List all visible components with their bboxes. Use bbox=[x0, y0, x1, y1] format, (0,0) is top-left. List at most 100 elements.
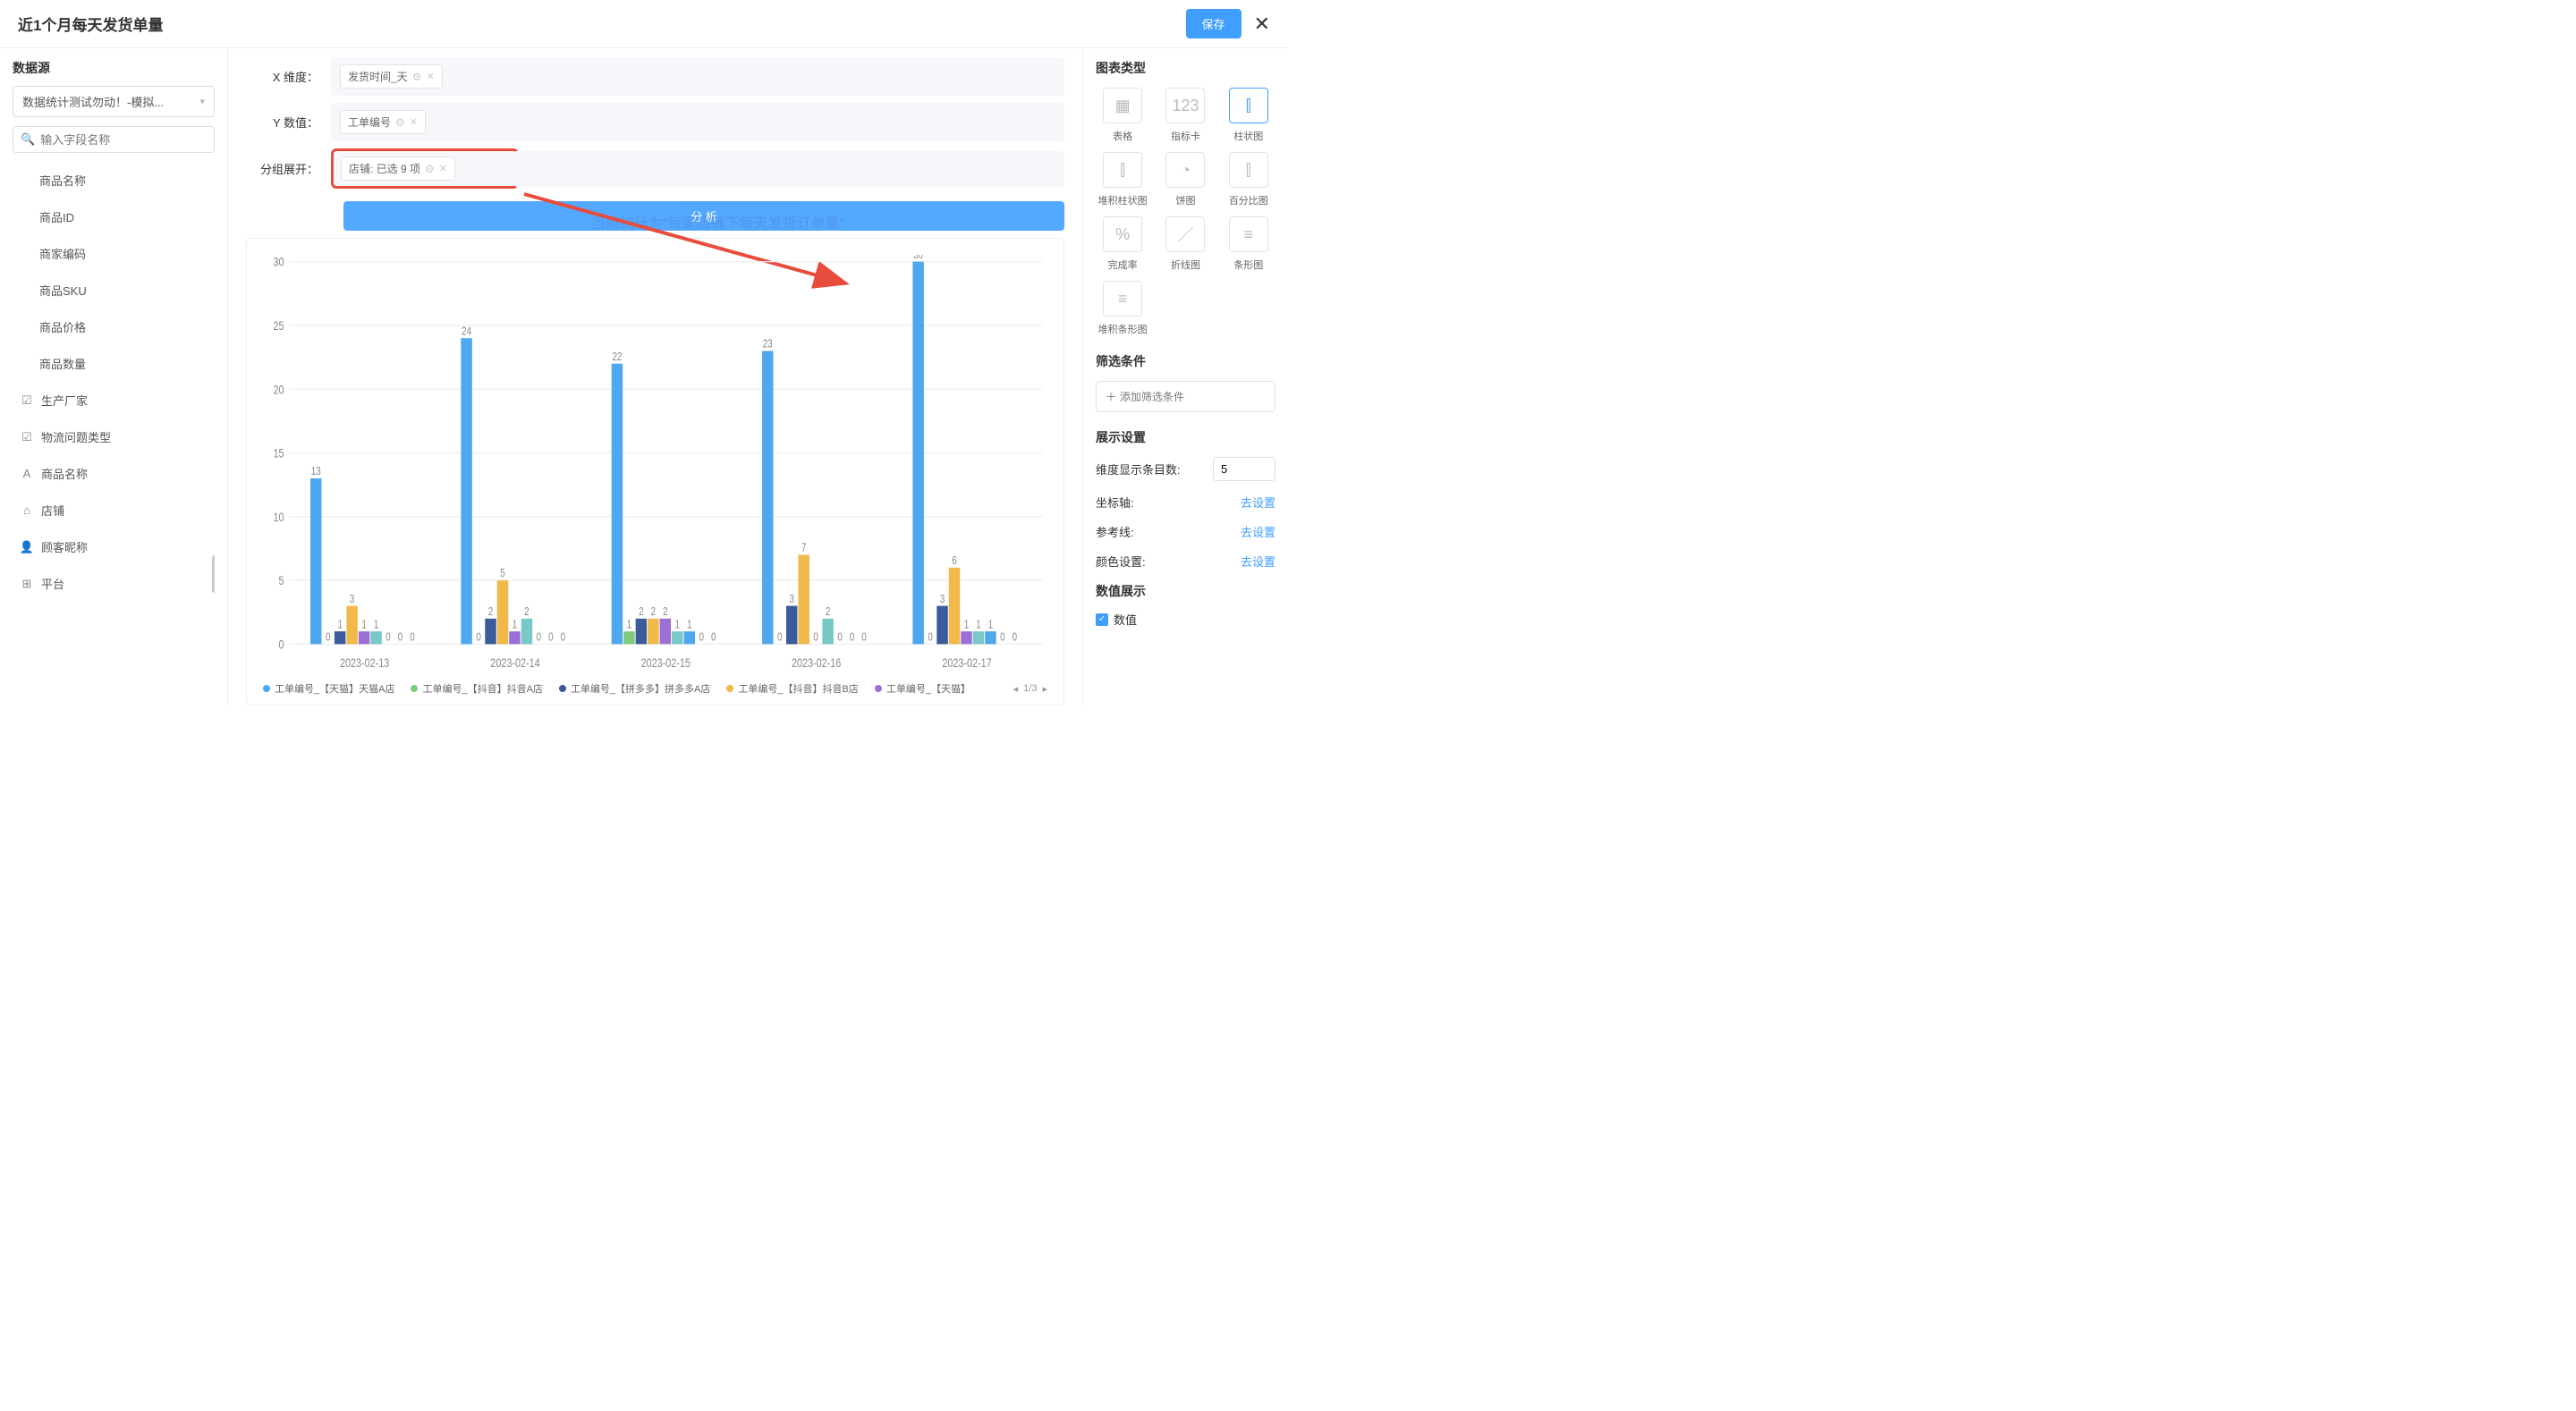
field-type-icon: A bbox=[20, 467, 34, 481]
svg-text:2023-02-16: 2023-02-16 bbox=[792, 656, 841, 671]
field-item[interactable]: 商品SKU bbox=[13, 272, 215, 308]
remove-icon[interactable]: ✕ bbox=[410, 116, 418, 128]
svg-text:2023-02-17: 2023-02-17 bbox=[942, 656, 991, 671]
legend-item[interactable]: 工单编号_【抖音】抖音A店 bbox=[411, 681, 542, 696]
legend-color-icon bbox=[726, 685, 733, 692]
legend-color-icon bbox=[263, 685, 270, 692]
group-tag[interactable]: 店铺: 已选 9 项 ⚙ ✕ bbox=[341, 156, 455, 181]
legend-item[interactable]: 工单编号_【抖音】抖音B店 bbox=[726, 681, 858, 696]
search-icon: 🔍 bbox=[21, 132, 35, 147]
field-item[interactable]: 商品数量 bbox=[13, 345, 215, 382]
svg-text:0: 0 bbox=[537, 631, 541, 643]
svg-text:2: 2 bbox=[488, 606, 493, 618]
field-item[interactable]: 👤顾客昵称 bbox=[13, 528, 215, 565]
color-settings-link[interactable]: 去设置 bbox=[1241, 553, 1275, 570]
x-dim-label: X 维度： bbox=[246, 68, 331, 85]
gear-icon[interactable]: ⚙ bbox=[395, 116, 405, 129]
chart-type-3[interactable]: ⫿堆积柱状图 bbox=[1096, 152, 1149, 207]
remove-icon[interactable]: ✕ bbox=[426, 71, 434, 82]
field-item[interactable]: ☑物流问题类型 bbox=[13, 418, 215, 455]
gear-icon[interactable]: ⚙ bbox=[425, 163, 435, 175]
legend-color-icon bbox=[875, 685, 882, 692]
svg-text:0: 0 bbox=[813, 631, 818, 643]
chart-type-6[interactable]: %完成率 bbox=[1096, 216, 1149, 272]
field-item[interactable]: ⊞平台 bbox=[13, 565, 215, 602]
legend-item[interactable]: 工单编号_【天猫】 bbox=[875, 681, 970, 696]
svg-text:0: 0 bbox=[837, 631, 842, 643]
chart-type-2[interactable]: ⫿柱状图 bbox=[1222, 88, 1275, 143]
legend-page: 1/3 bbox=[1023, 683, 1037, 694]
refline-settings-link[interactable]: 去设置 bbox=[1241, 523, 1275, 540]
field-search-input[interactable] bbox=[40, 133, 207, 147]
chart-type-0[interactable]: ▦表格 bbox=[1096, 88, 1149, 143]
dim-count-label: 维度显示条目数: bbox=[1096, 460, 1181, 477]
svg-text:0: 0 bbox=[398, 631, 402, 643]
header: 近1个月每天发货单量 保存 ✕ bbox=[0, 0, 1288, 48]
field-item[interactable]: 商品价格 bbox=[13, 308, 215, 345]
svg-text:1: 1 bbox=[976, 619, 980, 630]
field-item[interactable]: 商品ID bbox=[13, 199, 215, 235]
field-item[interactable]: 商家编码 bbox=[13, 235, 215, 272]
gear-icon[interactable]: ⚙ bbox=[412, 71, 422, 83]
svg-text:1: 1 bbox=[988, 619, 993, 630]
analyze-button[interactable]: 分 析 bbox=[343, 201, 1064, 231]
chart-type-icon: ≡ bbox=[1229, 216, 1268, 252]
svg-text:15: 15 bbox=[274, 446, 284, 460]
field-type-icon: ☑ bbox=[20, 393, 34, 408]
svg-text:0: 0 bbox=[777, 631, 782, 643]
field-search[interactable]: 🔍 bbox=[13, 126, 215, 153]
remove-icon[interactable]: ✕ bbox=[439, 163, 447, 174]
datasource-value: 数据统计测试勿动！-模拟... bbox=[22, 93, 164, 110]
chart-type-4[interactable]: ◔饼图 bbox=[1158, 152, 1212, 207]
chart-type-icon: ≡ bbox=[1103, 281, 1142, 317]
checkbox-checked-icon[interactable]: ✓ bbox=[1096, 613, 1108, 626]
save-button[interactable]: 保存 bbox=[1186, 9, 1241, 38]
svg-text:1: 1 bbox=[361, 619, 366, 630]
field-item[interactable]: 商品名称 bbox=[13, 162, 215, 199]
chart-type-5[interactable]: ⫿百分比图 bbox=[1222, 152, 1275, 207]
y-val-tag[interactable]: 工单编号 ⚙ ✕ bbox=[340, 110, 426, 134]
legend-color-icon bbox=[411, 685, 418, 692]
chart-type-9[interactable]: ≡堆积条形图 bbox=[1096, 281, 1149, 336]
svg-text:3: 3 bbox=[940, 594, 945, 605]
scrollbar[interactable] bbox=[212, 555, 215, 593]
svg-text:0: 0 bbox=[476, 631, 480, 643]
legend-item[interactable]: 工单编号_【拼多多】拼多多A店 bbox=[559, 681, 710, 696]
svg-text:3: 3 bbox=[789, 594, 793, 605]
x-dim-tag[interactable]: 发货时间_天 ⚙ ✕ bbox=[340, 64, 443, 89]
dim-count-input[interactable] bbox=[1213, 457, 1275, 481]
svg-text:0: 0 bbox=[850, 631, 854, 643]
svg-text:0: 0 bbox=[1013, 631, 1017, 643]
field-item[interactable]: ☑生产厂家 bbox=[13, 382, 215, 418]
axis-settings-link[interactable]: 去设置 bbox=[1241, 494, 1275, 511]
field-item[interactable]: ⌂店铺 bbox=[13, 492, 215, 528]
svg-text:24: 24 bbox=[462, 325, 471, 337]
chart-type-8[interactable]: ≡条形图 bbox=[1222, 216, 1275, 272]
chart-type-7[interactable]: ／折线图 bbox=[1158, 216, 1212, 272]
legend-next-icon[interactable]: ▸ bbox=[1042, 683, 1047, 695]
close-icon[interactable]: ✕ bbox=[1254, 13, 1270, 36]
y-val-slot[interactable]: 工单编号 ⚙ ✕ bbox=[331, 103, 1064, 141]
chart-type-icon: ⫿ bbox=[1229, 152, 1268, 188]
svg-text:25: 25 bbox=[274, 319, 284, 334]
chart-type-icon: ／ bbox=[1165, 216, 1205, 252]
add-filter-button[interactable]: ＋ 添加筛选条件 bbox=[1096, 381, 1275, 412]
svg-text:0: 0 bbox=[326, 631, 330, 643]
chart-type-1[interactable]: 123指标卡 bbox=[1158, 88, 1212, 143]
svg-text:1: 1 bbox=[374, 619, 378, 630]
datasource-select[interactable]: 数据统计测试勿动！-模拟... ▾ bbox=[13, 86, 215, 117]
legend-item[interactable]: 工单编号_【天猫】天猫A店 bbox=[263, 681, 394, 696]
legend-prev-icon[interactable]: ◂ bbox=[1013, 683, 1019, 695]
filter-title: 筛选条件 bbox=[1096, 352, 1275, 370]
group-slot-rest[interactable] bbox=[515, 151, 1064, 187]
field-item[interactable]: A商品名称 bbox=[13, 455, 215, 492]
svg-text:7: 7 bbox=[801, 543, 806, 554]
rightbar: 图表类型 ▦表格123指标卡⫿柱状图⫿堆积柱状图◔饼图⫿百分比图%完成率／折线图… bbox=[1082, 48, 1288, 706]
group-slot[interactable]: 店铺: 已选 9 项 ⚙ ✕ bbox=[331, 148, 519, 189]
y-val-label: Y 数值： bbox=[246, 114, 331, 131]
chevron-down-icon: ▾ bbox=[199, 96, 205, 107]
group-label: 分组展开： bbox=[246, 160, 331, 177]
main: X 维度： 发货时间_天 ⚙ ✕ Y 数值： 工单编号 ⚙ bbox=[228, 48, 1082, 706]
x-dim-slot[interactable]: 发货时间_天 ⚙ ✕ bbox=[331, 57, 1064, 96]
value-checkbox-row[interactable]: ✓ 数值 bbox=[1096, 611, 1275, 628]
